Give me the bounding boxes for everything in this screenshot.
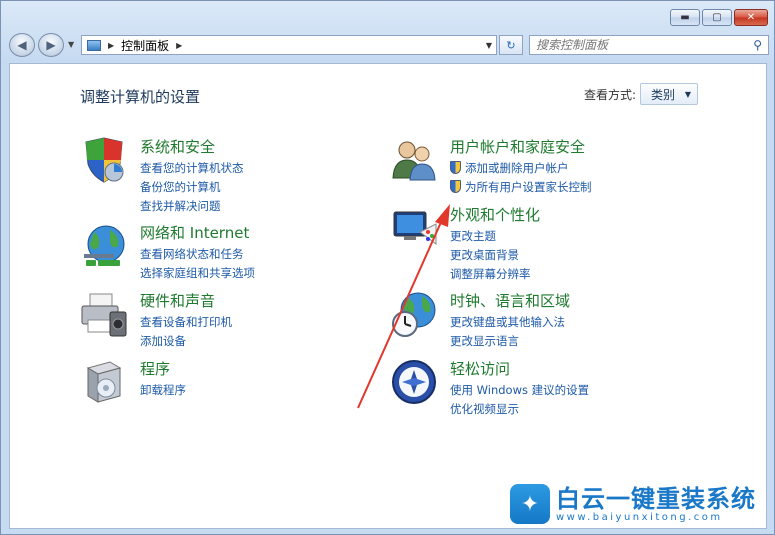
maximize-button[interactable]: ▢: [702, 9, 732, 26]
breadcrumb-separator-icon[interactable]: ▶: [176, 41, 182, 50]
breadcrumb-control-panel[interactable]: 控制面板: [121, 37, 169, 54]
recent-pages-dropdown-icon[interactable]: ▼: [68, 40, 74, 49]
search-box[interactable]: ⚲: [529, 35, 769, 55]
content-pane: 调整计算机的设置 查看方式: 类别 ▼ 系统和安全 查看您的计算机状态 备份您的…: [9, 63, 767, 529]
back-button[interactable]: ◀: [9, 33, 35, 57]
forward-button[interactable]: ▶: [38, 33, 64, 57]
close-button[interactable]: ✕: [734, 9, 768, 26]
address-bar[interactable]: ▶ 控制面板 ▶ ▼: [81, 35, 497, 55]
bird-logo-icon: ✦: [510, 484, 550, 524]
navigation-bar: ◀ ▶ ▼ ▶ 控制面板 ▶ ▼ ↻ ⚲: [9, 33, 769, 57]
watermark: ✦ 白云一键重装系统 www.baiyunxitong.com: [510, 484, 756, 524]
address-history-dropdown-icon[interactable]: ▼: [486, 41, 492, 50]
refresh-button[interactable]: ↻: [499, 35, 523, 55]
watermark-brand: 白云一键重装系统: [556, 484, 756, 513]
breadcrumb-separator-icon[interactable]: ▶: [108, 41, 114, 50]
control-panel-window: ▬ ▢ ✕ ◀ ▶ ▼ ▶ 控制面板 ▶ ▼ ↻ ⚲ 调整计算机的设置 查看方式…: [0, 0, 775, 535]
caption-buttons: ▬ ▢ ✕: [670, 9, 768, 26]
search-input[interactable]: [536, 38, 746, 52]
annotation-arrow: [357, 204, 450, 409]
minimize-button[interactable]: ▬: [670, 9, 700, 26]
control-panel-icon: [87, 39, 101, 51]
watermark-url: www.baiyunxitong.com: [556, 511, 723, 523]
search-icon[interactable]: ⚲: [753, 38, 762, 52]
